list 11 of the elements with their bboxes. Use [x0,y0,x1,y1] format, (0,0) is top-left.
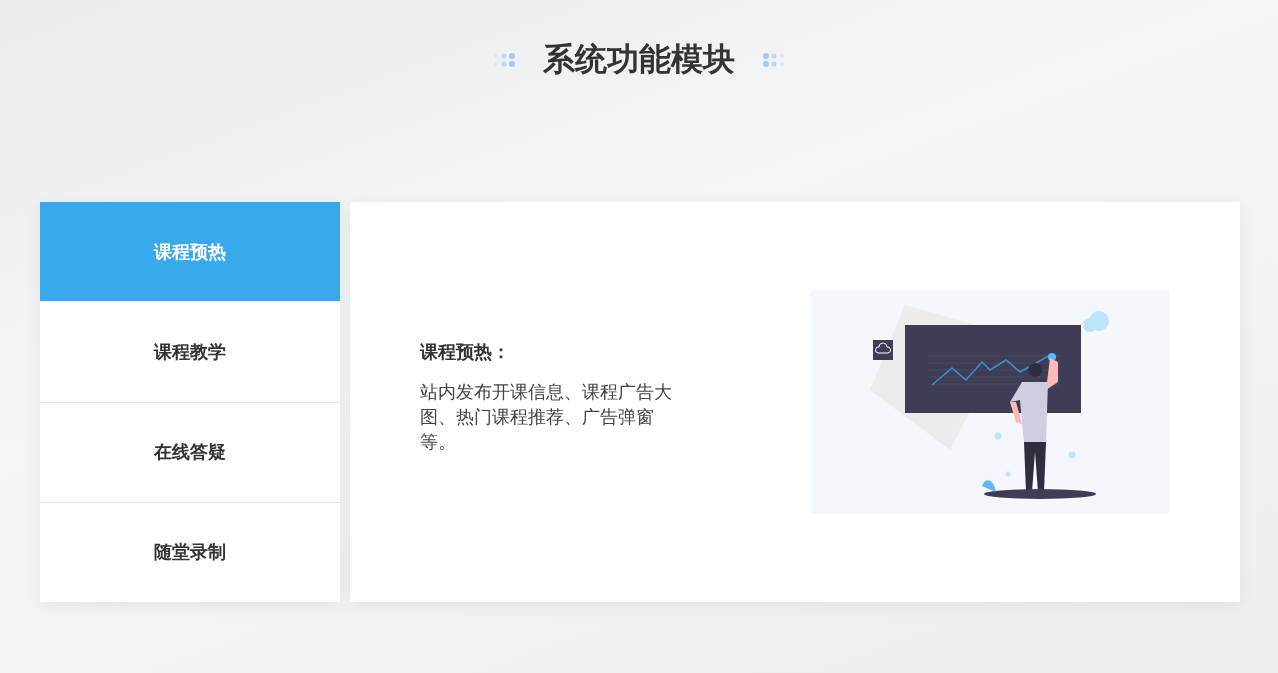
dots-icon [761,52,785,68]
cloud-icon [873,340,893,360]
bubbles-drawing [1083,311,1109,332]
feature-tab[interactable]: 在线答疑 [40,402,340,503]
feature-tab[interactable]: 课程教学 [40,302,340,403]
section-title: 系统功能模块 [543,39,735,80]
feature-tab[interactable]: 随堂录制 [40,502,340,602]
feature-description: 站内发布开课信息、课程广告大图、热门课程推荐、广告弹窗等。 [420,380,673,454]
feature-heading: 课程预热： [420,339,511,364]
leaf-icon [982,480,996,492]
dots-icon [493,52,517,68]
